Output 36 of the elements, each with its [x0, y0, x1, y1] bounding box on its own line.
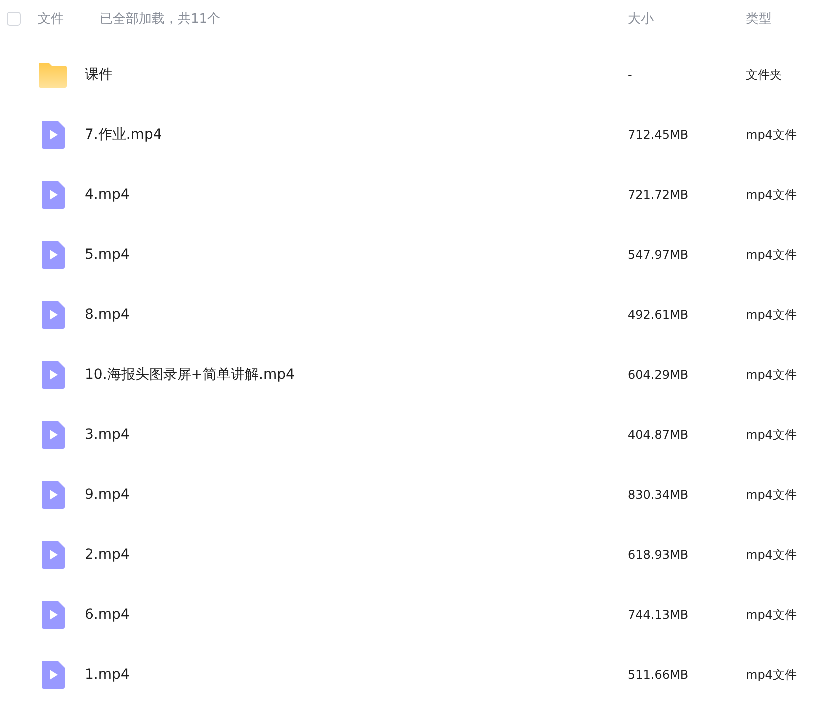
folder-icon	[38, 60, 68, 90]
file-name[interactable]: 8.mp4	[85, 307, 628, 323]
file-size: 604.29MB	[628, 368, 690, 382]
file-name[interactable]: 3.mp4	[85, 427, 628, 443]
file-type: mp4文件	[746, 666, 798, 684]
file-type: mp4文件	[746, 366, 798, 384]
file-size: 744.13MB	[628, 608, 690, 622]
file-type: mp4文件	[746, 606, 798, 624]
file-type: mp4文件	[746, 246, 798, 264]
file-name[interactable]: 6.mp4	[85, 607, 628, 623]
file-type: mp4文件	[746, 426, 798, 444]
file-size: 712.45MB	[628, 128, 690, 142]
select-all-checkbox[interactable]	[7, 12, 21, 26]
file-type: mp4文件	[746, 306, 798, 324]
file-name[interactable]: 4.mp4	[85, 187, 628, 203]
load-status: 已全部加载，共11个	[100, 11, 222, 28]
file-name[interactable]: 7.作业.mp4	[85, 126, 628, 144]
file-size: 618.93MB	[628, 548, 690, 562]
file-type: 文件夹	[746, 66, 783, 84]
file-name[interactable]: 10.海报头图录屏+简单讲解.mp4	[85, 366, 628, 384]
file-size: 721.72MB	[628, 188, 690, 202]
file-name[interactable]: 1.mp4	[85, 667, 628, 683]
file-size: 511.66MB	[628, 668, 690, 682]
file-name[interactable]: 5.mp4	[85, 247, 628, 263]
file-name[interactable]: 课件	[85, 66, 628, 84]
file-type: mp4文件	[746, 546, 798, 564]
file-size: 547.97MB	[628, 248, 690, 262]
file-type: mp4文件	[746, 486, 798, 504]
file-size: -	[628, 68, 634, 82]
file-size: 830.34MB	[628, 488, 690, 502]
file-type: mp4文件	[746, 186, 798, 204]
file-size: 492.61MB	[628, 308, 690, 322]
file-type: mp4文件	[746, 126, 798, 144]
file-size: 404.87MB	[628, 428, 690, 442]
file-name[interactable]: 9.mp4	[85, 487, 628, 503]
file-name[interactable]: 2.mp4	[85, 547, 628, 563]
